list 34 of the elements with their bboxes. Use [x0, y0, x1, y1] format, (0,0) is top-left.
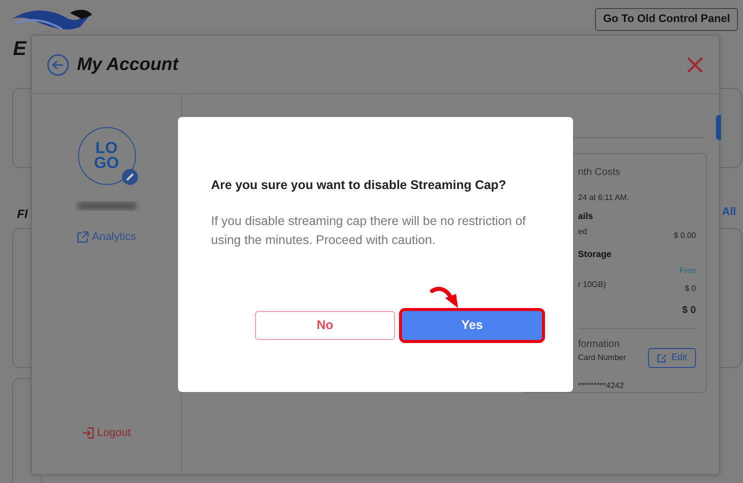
analytics-link[interactable]: Analytics	[76, 229, 136, 246]
annotation-arrow	[430, 286, 460, 310]
section-heading: ails	[578, 210, 594, 223]
back-icon[interactable]	[47, 54, 69, 76]
plan-tag: Free	[680, 265, 696, 277]
detail-text: 24 at 6:11 AM.	[578, 192, 629, 204]
panel-title: My Account	[77, 53, 178, 76]
detail-text: Card Number	[578, 352, 626, 364]
brand-text: E	[13, 37, 26, 62]
detail-text: ed	[578, 226, 587, 238]
edit-button[interactable]: Edit	[648, 348, 696, 368]
amount-text: $ 0	[682, 304, 696, 318]
section-heading: Storage	[578, 248, 612, 261]
close-icon[interactable]	[686, 56, 704, 74]
edit-icon	[657, 352, 668, 363]
dialog-message: If you disable streaming cap there will be no restriction of using the minutes. Proceed with caution.	[211, 212, 527, 249]
amount-text: $ 0.00	[674, 230, 696, 242]
old-control-panel-button[interactable]: Go To Old Control Panel	[595, 8, 738, 30]
edit-icon[interactable]	[122, 169, 138, 185]
logout-icon	[82, 426, 94, 440]
detail-text: *********4242	[578, 380, 624, 392]
amount-text: $ 0	[684, 283, 696, 295]
view-all-link[interactable]: All	[722, 204, 736, 220]
detail-text: r 10GB)	[578, 279, 606, 291]
external-link-icon	[76, 231, 89, 244]
tab-edge	[716, 115, 721, 140]
dialog-title: Are you sure you want to disable Streaming Cap?	[211, 177, 508, 194]
avatar-logo[interactable]: LO GO	[78, 127, 136, 185]
cancel-button[interactable]: No	[255, 310, 395, 340]
logout-link[interactable]: Logout	[82, 424, 131, 441]
section-title: Fl	[17, 206, 28, 223]
section-heading: nth Costs	[578, 166, 620, 180]
confirm-button[interactable]: Yes	[402, 310, 542, 340]
section-heading: formation	[578, 338, 620, 352]
